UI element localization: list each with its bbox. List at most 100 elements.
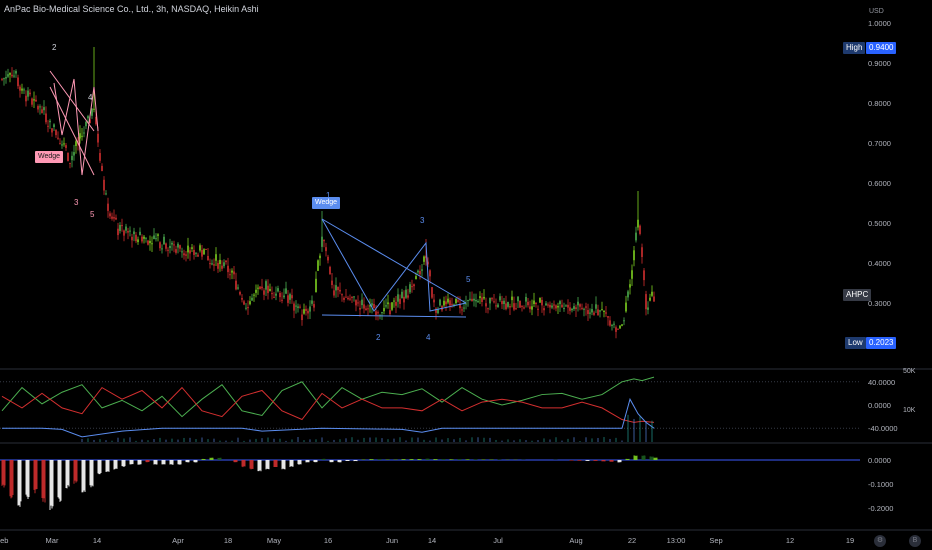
volume-bar [465, 440, 467, 442]
candle-body [23, 89, 25, 91]
candle-body [65, 145, 67, 148]
interval[interactable]: 3h [156, 4, 166, 14]
wedge-label-left[interactable]: Wedge [35, 151, 64, 163]
candle-body [567, 304, 569, 308]
volume-bar [135, 440, 137, 442]
candle-body [279, 293, 281, 298]
candle-body [167, 249, 169, 251]
volume-bar [399, 437, 401, 442]
candle-body [547, 304, 549, 306]
low-value-tag: 0.2023 [866, 337, 897, 349]
b-icon[interactable]: B [909, 535, 921, 547]
volume-bar [513, 440, 515, 442]
candle-body [211, 263, 213, 265]
candle-body [93, 108, 95, 110]
candle-body [183, 253, 185, 256]
candle-body [643, 270, 645, 281]
candle-body [291, 295, 293, 299]
wedge-label-right[interactable]: Wedge [312, 197, 341, 209]
candle-body [337, 286, 339, 291]
candle-body [635, 232, 637, 241]
candle-body [479, 296, 481, 299]
high-value: 0.9400 [869, 43, 894, 52]
candle-body [511, 296, 513, 301]
wave-label-left: 4 [88, 93, 93, 102]
candle-body [413, 284, 415, 287]
time-axis-label: Mar [46, 536, 59, 545]
candle-body [241, 297, 243, 300]
candle-body [235, 280, 237, 290]
candle-body [401, 291, 403, 299]
candle-body [409, 284, 411, 293]
settings-icon[interactable]: ⚙ [874, 535, 886, 547]
candle-body [257, 287, 259, 289]
candle-body [193, 249, 195, 255]
candle-body [39, 106, 41, 108]
candle-body [335, 285, 337, 291]
candle-body [237, 287, 239, 289]
volume-bar [261, 438, 263, 442]
candle-body [533, 300, 535, 305]
candle-body [27, 90, 29, 97]
candle-body [389, 310, 391, 315]
symbol-name[interactable]: AnPac Bio-Medical Science Co., Ltd. [4, 4, 151, 14]
candle-body [433, 299, 435, 303]
time-axis-label: Jun [386, 536, 398, 545]
candle-body [615, 327, 617, 332]
osc-tick-label: -40.0000 [868, 424, 898, 433]
volume-bar [309, 439, 311, 442]
volume-bar [597, 437, 599, 442]
candle-body [483, 296, 485, 299]
candle-body [55, 129, 57, 136]
candle-body [157, 234, 159, 236]
candle-body [579, 304, 581, 307]
time-axis-label: 13:00 [667, 536, 686, 545]
candle-body [493, 301, 495, 303]
candle-body [429, 270, 431, 277]
candle-body [629, 284, 631, 288]
candle-body [649, 297, 651, 301]
candle-body [521, 305, 523, 307]
candle-body [15, 71, 17, 74]
candle-body [351, 296, 353, 298]
candle-body [353, 296, 355, 298]
volume-bar [333, 439, 335, 442]
candle-body [577, 301, 579, 306]
volume-bar [495, 439, 497, 442]
volume-bar [483, 437, 485, 442]
candle-body [405, 289, 407, 298]
candle-body [11, 74, 13, 77]
candle-body [525, 296, 527, 302]
candle-body [179, 245, 181, 249]
candle-body [197, 254, 199, 257]
candle-body [417, 270, 419, 273]
candle-body [561, 304, 563, 308]
candle-body [323, 239, 325, 242]
candle-body [509, 306, 511, 308]
volume-bar [291, 439, 293, 442]
volume-bar [405, 440, 407, 442]
exchange: NASDAQ [171, 4, 210, 14]
volume-bar [423, 439, 425, 442]
candle-body [53, 124, 55, 128]
chart-style[interactable]: Heikin Ashi [214, 4, 259, 14]
price-tick-label: 0.9000 [868, 59, 891, 68]
time-axis-label: Jul [493, 536, 503, 545]
candle-body [581, 307, 583, 309]
chart-canvas[interactable]: 1.0000 0.9000 0.8000 0.7000 0.6000 0.5000 0.40… [0, 0, 932, 550]
volume-bar [555, 437, 557, 442]
candle-body [105, 193, 107, 195]
candle-body [277, 288, 279, 292]
candle-body [205, 248, 207, 250]
candle-body [359, 307, 361, 310]
candle-body [477, 301, 479, 303]
volume-bar [279, 438, 281, 442]
volume-bar [147, 440, 149, 442]
candle-body [555, 305, 557, 309]
volume-bar [369, 437, 371, 442]
candle-body [63, 143, 65, 145]
candle-body [343, 297, 345, 300]
candle-body [531, 306, 533, 310]
volume-bar [141, 439, 143, 442]
osc-series-line [1, 376, 655, 418]
